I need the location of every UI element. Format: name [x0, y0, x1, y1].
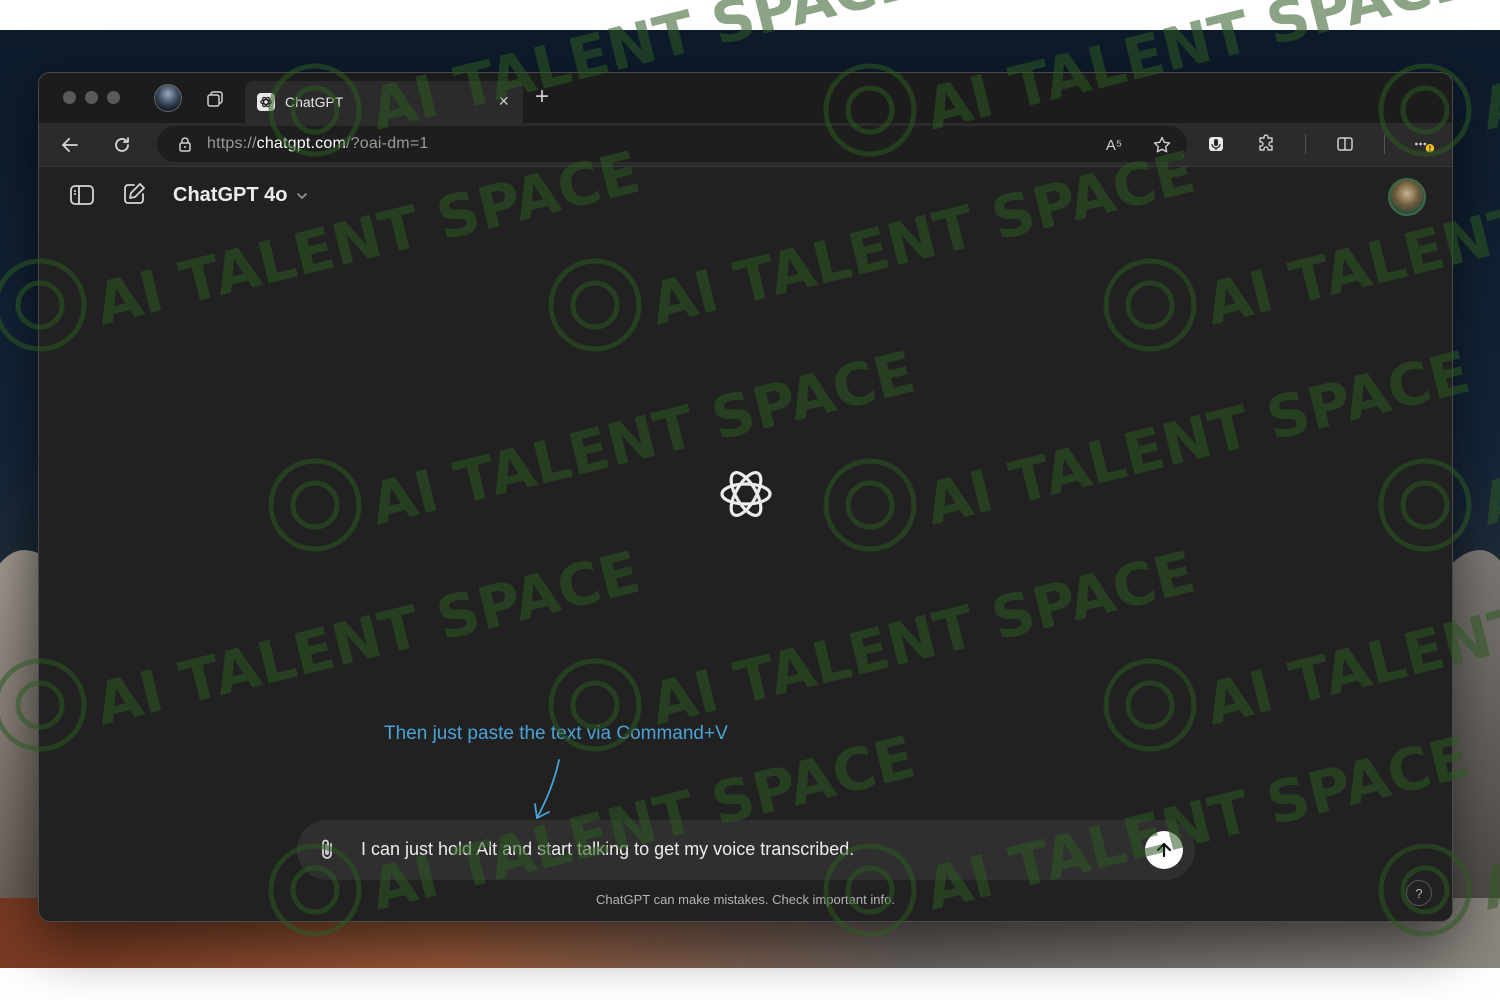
model-name: ChatGPT 4o: [173, 184, 288, 206]
back-button[interactable]: [56, 131, 84, 159]
window-maximize-button[interactable]: [107, 91, 120, 104]
chevron-down-icon: [297, 192, 308, 199]
user-avatar[interactable]: [1388, 178, 1426, 216]
paperclip-icon[interactable]: [315, 837, 339, 863]
arrow-up-icon: [1156, 842, 1172, 858]
extension-mic-icon[interactable]: [1205, 133, 1227, 155]
help-button[interactable]: ?: [1406, 880, 1432, 906]
tab-close-icon[interactable]: ×: [498, 91, 509, 112]
openai-logo-icon: [717, 465, 775, 523]
arrow-left-icon: [62, 138, 78, 152]
title-bar: ChatGPT × +: [39, 73, 1452, 123]
toolbar-right: [1205, 133, 1452, 155]
disclaimer-text: ChatGPT can make mistakes. Check importa…: [596, 892, 895, 907]
favorite-star-icon[interactable]: [1151, 134, 1173, 156]
window-minimize-button[interactable]: [85, 91, 98, 104]
chatgpt-favicon-icon: [257, 93, 275, 111]
annotation-arrow-icon: [534, 759, 560, 819]
tab-title: ChatGPT: [285, 94, 344, 110]
more-options-icon[interactable]: [1413, 133, 1435, 155]
tab-chatgpt[interactable]: ChatGPT ×: [245, 81, 523, 123]
chatgpt-page: ChatGPT 4o Then just paste the text via …: [39, 168, 1452, 921]
edit-icon[interactable]: [121, 181, 147, 207]
browser-toolbar: https://chatgpt.com/?oai-dm=1 A⁵: [39, 123, 1452, 167]
sidebar-icon[interactable]: [69, 182, 95, 208]
toolbar-separator: [1384, 134, 1385, 154]
toolbar-separator: [1305, 134, 1306, 154]
tab-actions-icon[interactable]: [205, 89, 225, 109]
browser-profile-avatar[interactable]: [154, 84, 182, 112]
new-tab-button[interactable]: +: [535, 85, 549, 109]
extensions-puzzle-icon[interactable]: [1255, 133, 1277, 155]
message-composer[interactable]: I can just hold Alt and start talking to…: [297, 820, 1195, 880]
split-screen-icon[interactable]: [1334, 133, 1356, 155]
message-input[interactable]: I can just hold Alt and start talking to…: [361, 839, 854, 860]
lock-icon[interactable]: [177, 136, 193, 152]
url-scheme: https://: [207, 135, 257, 152]
reload-icon: [115, 137, 129, 152]
reload-button[interactable]: [108, 131, 136, 159]
address-bar[interactable]: https://chatgpt.com/?oai-dm=1 A⁵: [157, 126, 1187, 162]
model-selector-button[interactable]: ChatGPT 4o: [173, 184, 309, 207]
read-aloud-icon[interactable]: A⁵: [1103, 134, 1125, 156]
url-host: chatgpt.com: [256, 135, 346, 152]
url-text: https://chatgpt.com/?oai-dm=1: [207, 135, 428, 153]
window-close-button[interactable]: [63, 91, 76, 104]
tutorial-annotation: Then just paste the text via Command+V: [384, 723, 728, 744]
browser-window: ChatGPT × + https://chatgpt.com/?oai-dm=…: [38, 72, 1453, 922]
url-path: /?oai-dm=1: [345, 135, 429, 152]
send-button[interactable]: [1145, 831, 1183, 869]
address-bar-actions: A⁵: [1103, 134, 1173, 156]
